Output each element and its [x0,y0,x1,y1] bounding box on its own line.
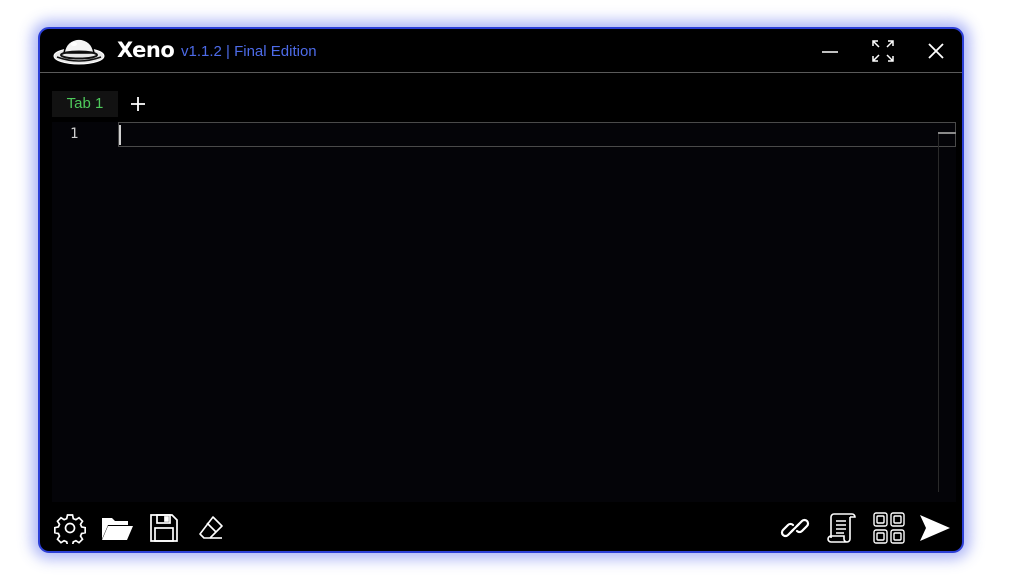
scrollbar-track[interactable] [938,132,939,492]
xeno-window: Xeno v1.1.2 | Final Edition Tab 1 1 [38,27,964,553]
minimize-button[interactable] [816,37,844,65]
settings-button[interactable] [53,511,87,545]
line-number: 1 [70,126,79,142]
open-file-button[interactable] [100,511,134,545]
title-bar[interactable]: Xeno v1.1.2 | Final Edition [40,29,962,73]
text-caret [119,125,121,145]
maximize-button[interactable] [869,37,897,65]
close-button[interactable] [922,37,950,65]
close-icon [928,43,944,59]
folder-open-icon [102,518,133,540]
grid-icon [873,512,905,544]
code-editor[interactable]: 1 [52,122,956,502]
clear-button[interactable] [194,511,228,545]
save-button[interactable] [147,511,181,545]
add-tab-button[interactable] [126,91,150,117]
layout-button[interactable] [872,511,906,545]
ufo-logo-icon [53,38,105,65]
gear-icon [54,514,86,544]
app-name: Xeno [117,38,175,62]
version-label: v1.1.2 | Final Edition [181,43,317,60]
script-icon [827,513,856,543]
maximize-icon [872,40,894,62]
scrollbar-thumb[interactable] [938,132,956,134]
execute-button[interactable] [918,511,952,545]
plus-icon [131,97,145,111]
tab-1[interactable]: Tab 1 [52,91,118,117]
current-line-highlight [118,122,956,147]
attach-button[interactable] [778,511,812,545]
save-icon [150,514,178,542]
send-icon [920,515,950,541]
link-icon [780,518,810,538]
vertical-scrollbar[interactable] [938,132,956,492]
eraser-icon [199,516,223,539]
script-hub-button[interactable] [825,511,859,545]
minimize-icon [822,51,838,53]
